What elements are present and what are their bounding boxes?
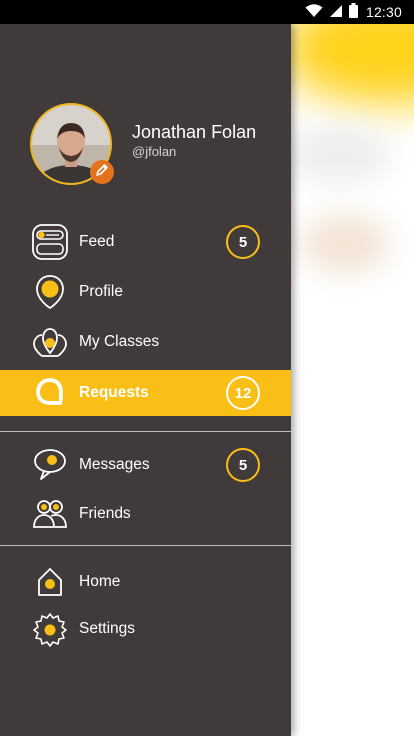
home-icon [31,563,69,601]
profile-header[interactable]: Jonathan Folan @jfolan [0,24,291,214]
menu-item-label: Home [79,573,121,590]
menu-item-my-classes[interactable]: My Classes [0,319,291,365]
menu-item-label: Messages [79,456,150,473]
edit-avatar-button[interactable] [90,160,114,184]
menu-item-label: Friends [79,505,131,522]
menu-item-label: Requests [79,384,149,401]
menu-item-settings[interactable]: Settings [0,606,291,652]
main-content-background [290,24,414,736]
user-name: Jonathan Folan [132,122,257,142]
friends-icon [31,495,69,533]
status-bar: 12:30 [0,0,414,24]
menu-item-label: Feed [79,233,115,250]
notification-badge: 5 [226,448,260,482]
messages-icon [31,446,69,484]
requests-icon [31,374,69,412]
classes-icon [31,323,69,361]
navigation-drawer: Jonathan Folan @jfolan Feed 5 Profile My… [0,24,291,736]
menu-item-messages[interactable]: Messages 5 [0,442,291,488]
clock: 12:30 [365,4,402,20]
menu-item-label: Profile [79,283,123,300]
divider [0,545,291,546]
menu-item-feed[interactable]: Feed 5 [0,219,291,265]
user-handle: @jfolan [132,144,177,159]
settings-icon [31,610,69,648]
menu-item-label: My Classes [79,333,160,350]
pencil-icon [95,163,109,182]
menu-item-requests[interactable]: Requests 12 [0,370,291,416]
notification-badge: 12 [226,376,260,410]
menu-item-home[interactable]: Home [0,559,291,605]
feed-icon [31,223,69,261]
menu-item-profile[interactable]: Profile [0,269,291,315]
menu-item-friends[interactable]: Friends [0,491,291,537]
notification-badge: 5 [226,225,260,259]
wifi-icon [305,3,323,21]
signal-icon [329,4,343,21]
profile-icon [31,273,69,311]
menu-item-label: Settings [79,620,136,637]
battery-icon [348,3,358,21]
divider [0,431,291,432]
